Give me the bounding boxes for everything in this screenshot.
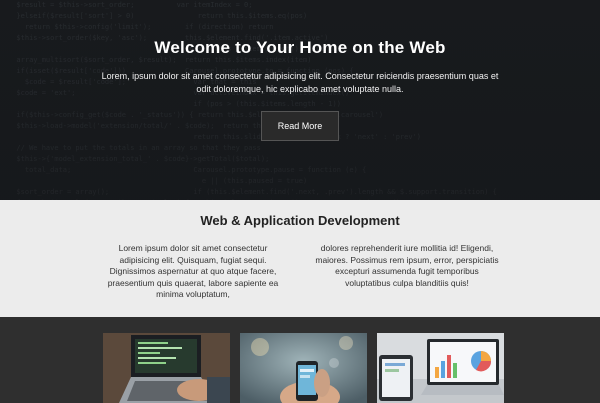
hero-text: Lorem, ipsum dolor sit amet consectetur … xyxy=(101,71,499,94)
laptop-typing-image xyxy=(103,333,230,403)
hero-content: Welcome to Your Home on the Web Lorem, i… xyxy=(0,0,600,200)
read-more-button[interactable]: Read More xyxy=(260,111,340,141)
services-text-left: Lorem ipsum dolor sit amet consectetur a… xyxy=(107,243,279,299)
gallery-image-laptop-typing[interactable] xyxy=(103,333,230,403)
services-text-right: dolores reprehenderit iure mollitia id! … xyxy=(315,243,499,288)
hero-title: Welcome to Your Home on the Web xyxy=(154,38,446,57)
gallery-image-phone-in-hand[interactable] xyxy=(240,333,367,403)
gallery-section xyxy=(0,317,600,403)
charts-on-devices-image xyxy=(377,333,504,403)
services-columns: Lorem ipsum dolor sit amet consectetur a… xyxy=(0,243,600,301)
phone-in-hand-image xyxy=(240,333,367,403)
hero-section: $result = $this->sort_order; var itemInd… xyxy=(0,0,600,200)
services-title: Web & Application Development xyxy=(200,213,400,228)
services-section: Web & Application Development Lorem ipsu… xyxy=(0,200,600,317)
gallery-image-charts-on-devices[interactable] xyxy=(377,333,504,403)
